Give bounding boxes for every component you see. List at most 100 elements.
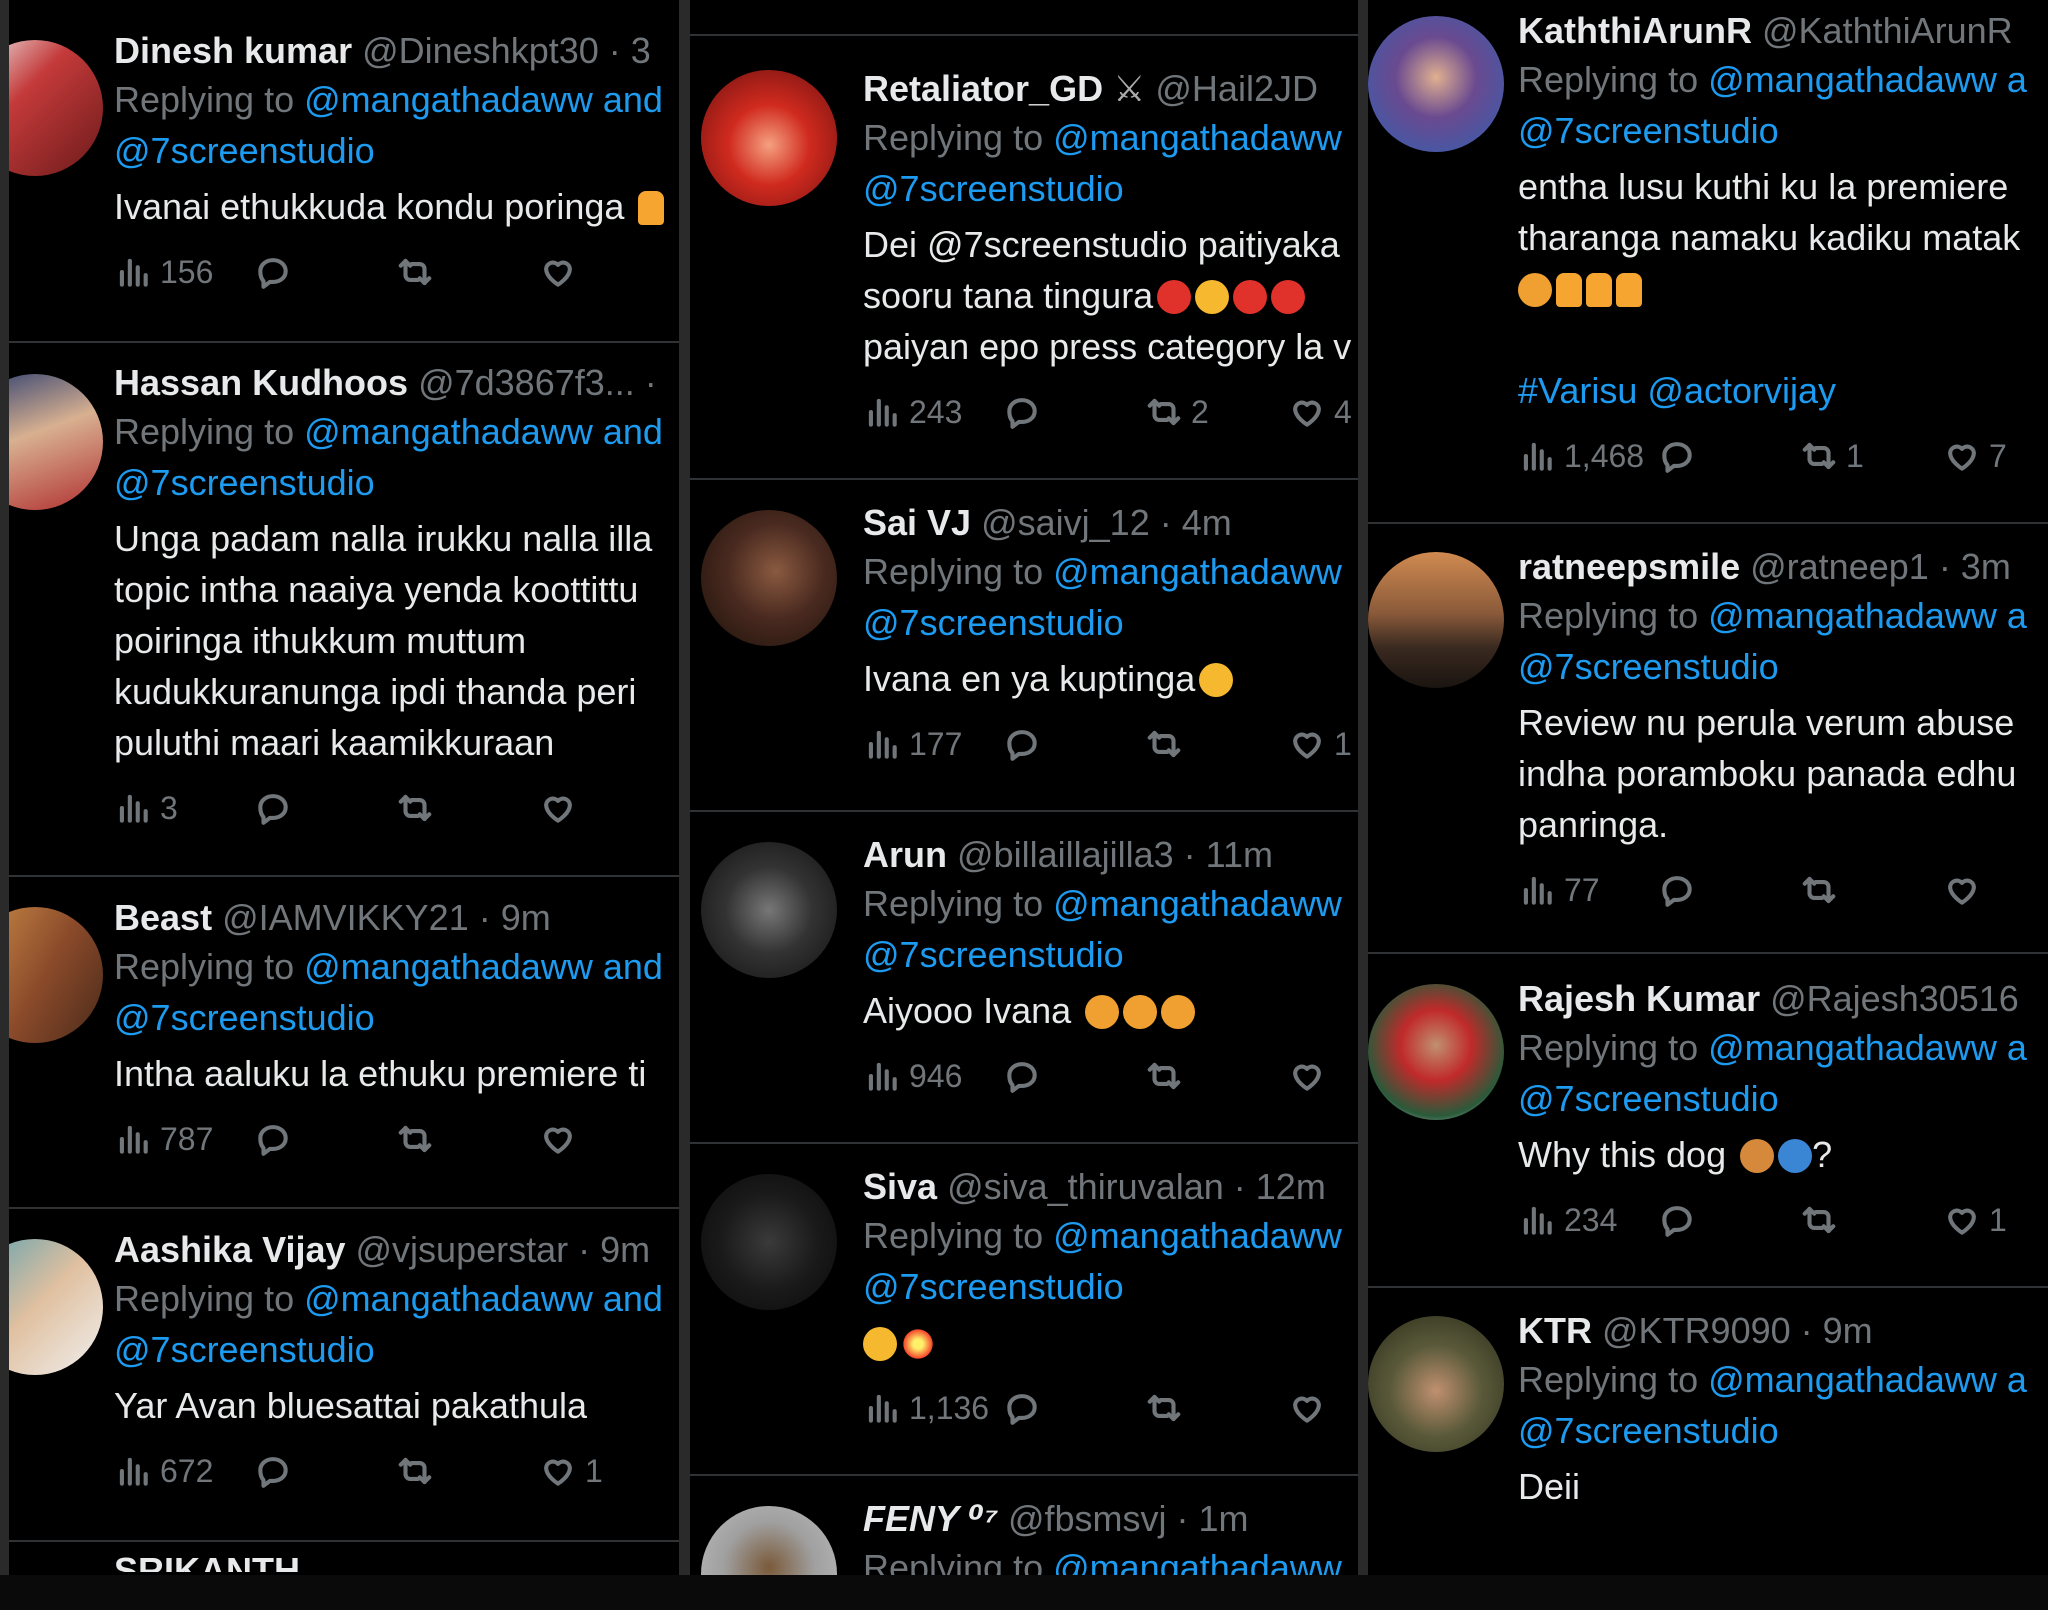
- avatar[interactable]: [1368, 984, 1504, 1120]
- display-name[interactable]: Hassan Kudhoos: [114, 362, 408, 403]
- display-name[interactable]: Arun: [863, 834, 947, 875]
- avatar[interactable]: [701, 510, 837, 646]
- views-button[interactable]: 177: [863, 716, 962, 772]
- views-button[interactable]: 1,136: [863, 1380, 989, 1436]
- reply-button[interactable]: [1658, 1192, 1696, 1248]
- handle[interactable]: @ratneep1: [1750, 546, 1929, 587]
- retweet-button[interactable]: [1800, 1192, 1838, 1248]
- avatar[interactable]: [1368, 16, 1504, 152]
- views-button[interactable]: 787: [114, 1111, 213, 1167]
- like-button[interactable]: [539, 244, 577, 300]
- retweet-button[interactable]: [396, 780, 434, 836]
- timestamp[interactable]: · 9m: [479, 897, 551, 938]
- views-button[interactable]: 1,468: [1518, 428, 1644, 484]
- handle[interactable]: @siva_thiruvalan: [947, 1166, 1224, 1207]
- like-button[interactable]: 7: [1943, 428, 2007, 484]
- like-button[interactable]: 1: [1943, 1192, 2007, 1248]
- handle[interactable]: @Hail2JD: [1155, 68, 1318, 109]
- reply-button[interactable]: [1658, 862, 1696, 918]
- timestamp[interactable]: · 3m: [1939, 546, 2011, 587]
- retweet-button[interactable]: [396, 244, 434, 300]
- timestamp[interactable]: · 4m: [1160, 502, 1232, 543]
- mention-link[interactable]: @7screenstudio: [114, 1324, 663, 1375]
- mention-link[interactable]: @mangathadaww: [1053, 883, 1342, 924]
- views-button[interactable]: 77: [1518, 862, 1600, 918]
- like-button[interactable]: [539, 780, 577, 836]
- mention-link[interactable]: @mangathadaww a: [1708, 1359, 2027, 1400]
- retweet-button[interactable]: [1145, 716, 1183, 772]
- views-button[interactable]: 3: [114, 780, 178, 836]
- like-button[interactable]: 4: [1288, 384, 1352, 440]
- like-button[interactable]: [1288, 1048, 1326, 1104]
- avatar[interactable]: [1368, 552, 1504, 688]
- reply-button[interactable]: [1003, 384, 1041, 440]
- views-button[interactable]: 946: [863, 1048, 962, 1104]
- timestamp[interactable]: · 3: [609, 30, 651, 71]
- mention-link[interactable]: @7screenstudio: [1518, 1405, 2027, 1456]
- display-name[interactable]: Beast: [114, 897, 212, 938]
- reply-button[interactable]: [254, 1111, 292, 1167]
- reply-button[interactable]: [254, 244, 292, 300]
- timestamp[interactable]: · 1m: [1177, 1498, 1249, 1539]
- reply-button[interactable]: [254, 780, 292, 836]
- mention-link[interactable]: @mangathadaww: [1053, 1547, 1342, 1575]
- mention-link[interactable]: @7screenstudio: [863, 597, 1342, 648]
- avatar[interactable]: [1368, 1316, 1504, 1452]
- handle[interactable]: @Rajesh30516: [1770, 978, 2019, 1019]
- reply-button[interactable]: [1003, 1048, 1041, 1104]
- display-name[interactable]: Sai VJ: [863, 502, 971, 543]
- like-button[interactable]: 1: [539, 1443, 603, 1499]
- avatar[interactable]: [9, 374, 103, 510]
- handle[interactable]: @vjsuperstar: [356, 1229, 569, 1270]
- mention-link[interactable]: @7screenstudio: [114, 125, 664, 176]
- mention-link[interactable]: @mangathadaww and: [304, 946, 663, 987]
- handle[interactable]: @7d3867f3...: [418, 362, 635, 403]
- handle[interactable]: @KTR9090: [1602, 1310, 1791, 1351]
- mention-link[interactable]: @7screenstudio: [114, 992, 663, 1043]
- mention-link[interactable]: @7screenstudio: [863, 929, 1342, 980]
- handle[interactable]: @saivj_12: [981, 502, 1150, 543]
- display-name[interactable]: Retaliator_GD: [863, 68, 1103, 109]
- timestamp[interactable]: ·: [645, 362, 657, 403]
- mention-link[interactable]: @mangathadaww a: [1708, 1027, 2027, 1068]
- display-name[interactable]: KTR: [1518, 1310, 1592, 1351]
- reply-button[interactable]: [1658, 428, 1696, 484]
- avatar[interactable]: [701, 1506, 837, 1575]
- mention-link[interactable]: @mangathadaww a: [1708, 59, 2027, 100]
- handle[interactable]: @Dineshkpt30: [362, 30, 599, 71]
- retweet-button[interactable]: 2: [1145, 384, 1209, 440]
- retweet-button[interactable]: [1800, 862, 1838, 918]
- avatar[interactable]: [701, 70, 837, 206]
- mention-link[interactable]: @7screenstudio: [1518, 105, 2027, 156]
- retweet-button[interactable]: [396, 1443, 434, 1499]
- mention-link[interactable]: @mangathadaww: [1053, 117, 1342, 158]
- avatar[interactable]: [9, 40, 103, 176]
- mention-link[interactable]: @7screenstudio: [863, 163, 1351, 214]
- display-name[interactable]: KaththiArunR: [1518, 10, 1752, 51]
- like-button[interactable]: [1288, 1380, 1326, 1436]
- like-button[interactable]: [539, 1111, 577, 1167]
- like-button[interactable]: [1943, 862, 1981, 918]
- views-button[interactable]: 243: [863, 384, 962, 440]
- views-button[interactable]: 156: [114, 244, 213, 300]
- reply-button[interactable]: [1003, 1380, 1041, 1436]
- reply-button[interactable]: [254, 1443, 292, 1499]
- display-name[interactable]: Siva: [863, 1166, 937, 1207]
- retweet-button[interactable]: 1: [1800, 428, 1864, 484]
- timestamp[interactable]: · 12m: [1234, 1166, 1326, 1207]
- avatar[interactable]: [9, 1239, 103, 1375]
- display-name[interactable]: Rajesh Kumar: [1518, 978, 1760, 1019]
- handle[interactable]: @fbsmsvj: [1008, 1498, 1167, 1539]
- retweet-button[interactable]: [1145, 1380, 1183, 1436]
- like-button[interactable]: 1: [1288, 716, 1352, 772]
- avatar[interactable]: [9, 907, 103, 1043]
- mention-link[interactable]: @mangathadaww a: [1708, 595, 2027, 636]
- retweet-button[interactable]: [396, 1111, 434, 1167]
- display-name[interactable]: FENY ⁰⁷: [863, 1498, 998, 1539]
- timestamp[interactable]: · 9m: [578, 1229, 650, 1270]
- avatar[interactable]: [701, 1174, 837, 1310]
- mention-link[interactable]: @mangathadaww: [1053, 551, 1342, 592]
- views-button[interactable]: 234: [1518, 1192, 1617, 1248]
- mention-link[interactable]: @mangathadaww: [1053, 1215, 1342, 1256]
- mention-link[interactable]: @7screenstudio: [1518, 1073, 2027, 1124]
